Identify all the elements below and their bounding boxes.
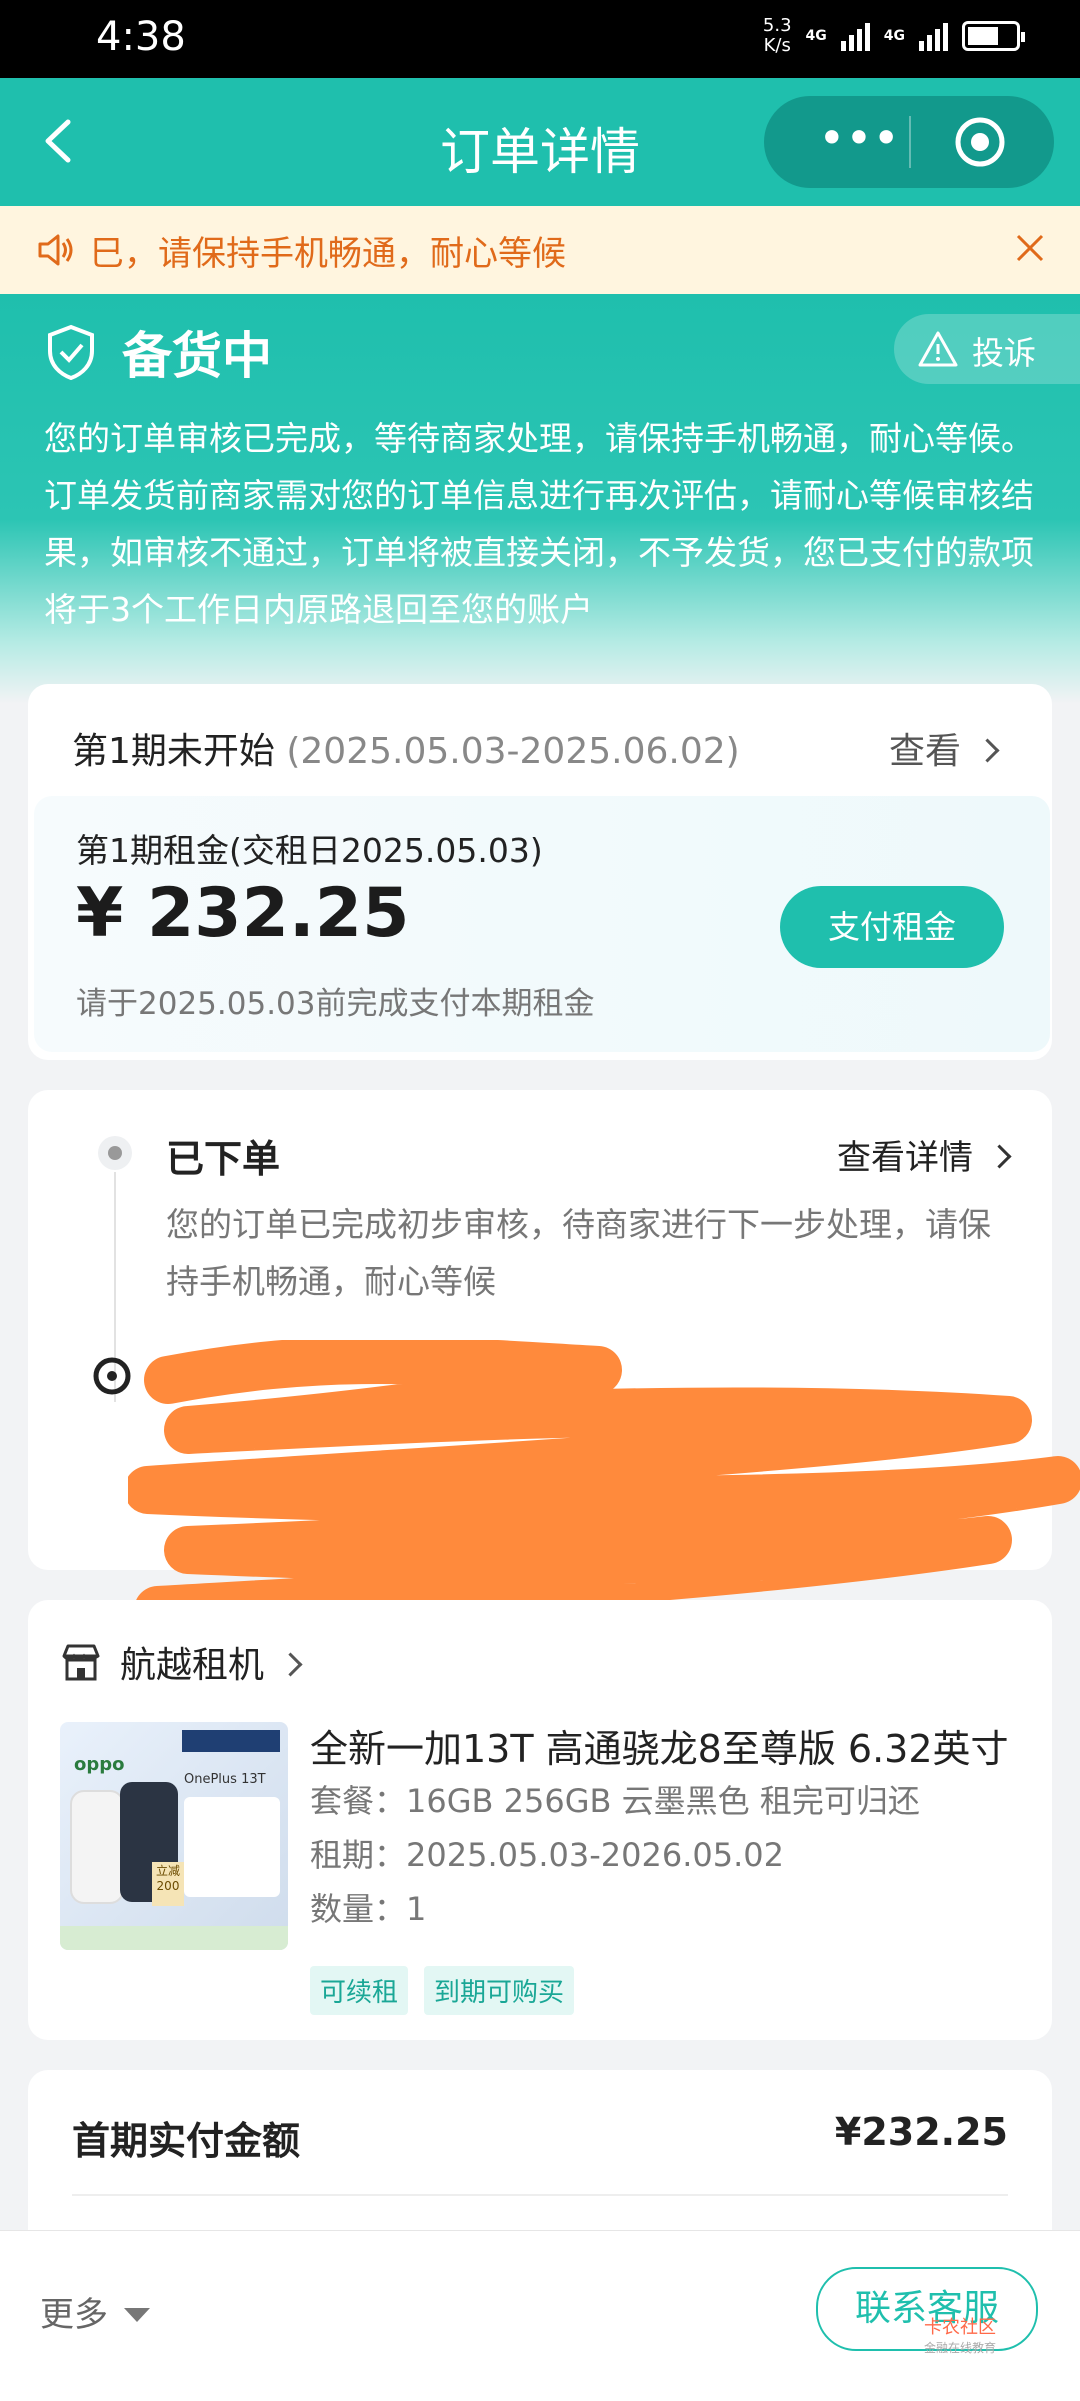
rent-period-card: 第1期未开始 (2025.05.03-2025.06.02) 查看 第1期租金(… — [28, 684, 1052, 1060]
store-icon — [62, 1644, 100, 1681]
rent-amount: ¥ 232.25 — [76, 874, 410, 953]
speaker-icon — [38, 234, 73, 266]
product-lease-term: 租期：2025.05.03-2026.05.02 — [310, 1836, 784, 1874]
first-payment-value: ¥232.25 — [834, 2110, 1008, 2154]
order-status-description: 您的订单审核已完成，等待商家处理，请保持手机畅通，耐心等候。订单发货前商家需对您… — [44, 419, 1034, 629]
thumb-model: OnePlus 13T — [184, 1772, 266, 1787]
capsule-divider — [909, 116, 911, 168]
thumb-strip — [60, 1926, 288, 1950]
order-status-section: 备货中 投诉 您的订单审核已完成，等待商家处理，请保持手机畅通，耐心等候。订单发… — [0, 294, 1080, 704]
product-badges: 可续租 到期可购买 — [310, 1966, 575, 2015]
signal-icon — [840, 21, 870, 51]
timeline-dot-icon — [98, 1136, 132, 1170]
progress-step-title: 已下单 — [166, 1137, 281, 1181]
pay-rent-button[interactable]: 支付租金 — [780, 886, 1004, 968]
network-speed: 5.3 K/s — [762, 15, 792, 56]
status-time: 4:38 — [96, 14, 186, 60]
progress-step-description: 您的订单已完成初步审核，待商家进行下一步处理，请保持手机畅通，耐心等候 — [166, 1205, 991, 1301]
shield-check-icon — [48, 324, 94, 380]
thumb-tag — [182, 1730, 280, 1752]
product-quantity: 数量：1 — [310, 1890, 427, 1928]
notice-text: 巳，请保持手机畅通，耐心等候 — [90, 234, 566, 274]
chevron-right-icon — [278, 1652, 303, 1677]
rent-title: 第1期租金(交租日2025.05.03) — [76, 831, 543, 870]
period-range: (2025.05.03-2025.06.02) — [286, 731, 740, 772]
miniapp-capsule: ••• — [764, 96, 1054, 188]
battery-icon — [962, 21, 1025, 51]
product-thumbnail[interactable]: oppo OnePlus 13T 立减200 — [60, 1722, 288, 1950]
chevron-right-icon — [975, 738, 1000, 763]
order-status-title: 备货中 — [122, 327, 272, 385]
warning-icon — [918, 331, 958, 367]
signal-icon — [919, 21, 948, 51]
divider — [72, 2194, 1008, 2196]
watermark: 卡农社区 金融在线教育 — [924, 2317, 997, 2355]
rent-hint: 请于2025.05.03前完成支付本期租金 — [76, 986, 595, 1022]
status-indicators: 5.3 K/s 4G 4G — [762, 15, 1025, 56]
redacted-address-scribble — [128, 1340, 1080, 1630]
badge-renewable: 可续租 — [310, 1966, 409, 2015]
badge-buyout: 到期可购买 — [424, 1966, 575, 2015]
thumb-promo: 立减200 — [152, 1862, 184, 1906]
thumb-feature-panel — [184, 1797, 280, 1897]
more-dropdown[interactable]: 更多 — [40, 2287, 150, 2336]
product-card: 航越租机 oppo OnePlus 13T 立减200 全新一加13T 高通骁龙… — [28, 1600, 1052, 2040]
store-name-link[interactable]: 航越租机 — [120, 1636, 303, 1688]
product-name[interactable]: 全新一加13T 高通骁龙8至尊版 6.32英寸 — [310, 1718, 1030, 1773]
complain-label: 投诉 — [972, 334, 1037, 372]
product-package: 套餐：16GB 256GB 云墨黑色 租完可归还 — [310, 1782, 920, 1820]
period-title: 第1期未开始 (2025.05.03-2025.06.02) — [72, 731, 740, 772]
status-bar: 4:38 5.3 K/s 4G 4G — [0, 0, 1080, 78]
rent-due-box: 第1期租金(交租日2025.05.03) ¥ 232.25 请于2025.05.… — [34, 796, 1050, 1052]
thumb-brand: oppo — [74, 1754, 125, 1775]
complain-button[interactable]: 投诉 — [894, 314, 1080, 384]
order-progress-card: 已下单 查看详情 您的订单已完成初步审核，待商家进行下一步处理，请保持手机畅通，… — [28, 1090, 1080, 1630]
phone-image-white — [70, 1790, 124, 1904]
close-icon[interactable] — [1010, 228, 1050, 268]
chevron-right-icon — [987, 1144, 1012, 1169]
nav-bar: 订单详情 ••• — [0, 78, 1080, 206]
view-period-link[interactable]: 查看 — [889, 722, 1000, 774]
first-payment-label: 首期实付金额 — [72, 2119, 301, 2163]
view-details-link[interactable]: 查看详情 — [837, 1130, 1012, 1179]
caret-down-icon — [124, 2308, 150, 2322]
network-type-1: 4G — [805, 28, 827, 44]
network-type-2: 4G — [883, 28, 905, 44]
more-menu-icon[interactable]: ••• — [814, 115, 904, 164]
notice-bar: 巳，请保持手机畅通，耐心等候 — [0, 206, 1080, 294]
bottom-action-bar: 更多 联系客服 卡农社区 金融在线教育 — [0, 2230, 1080, 2401]
close-miniapp-icon[interactable] — [954, 116, 1006, 168]
